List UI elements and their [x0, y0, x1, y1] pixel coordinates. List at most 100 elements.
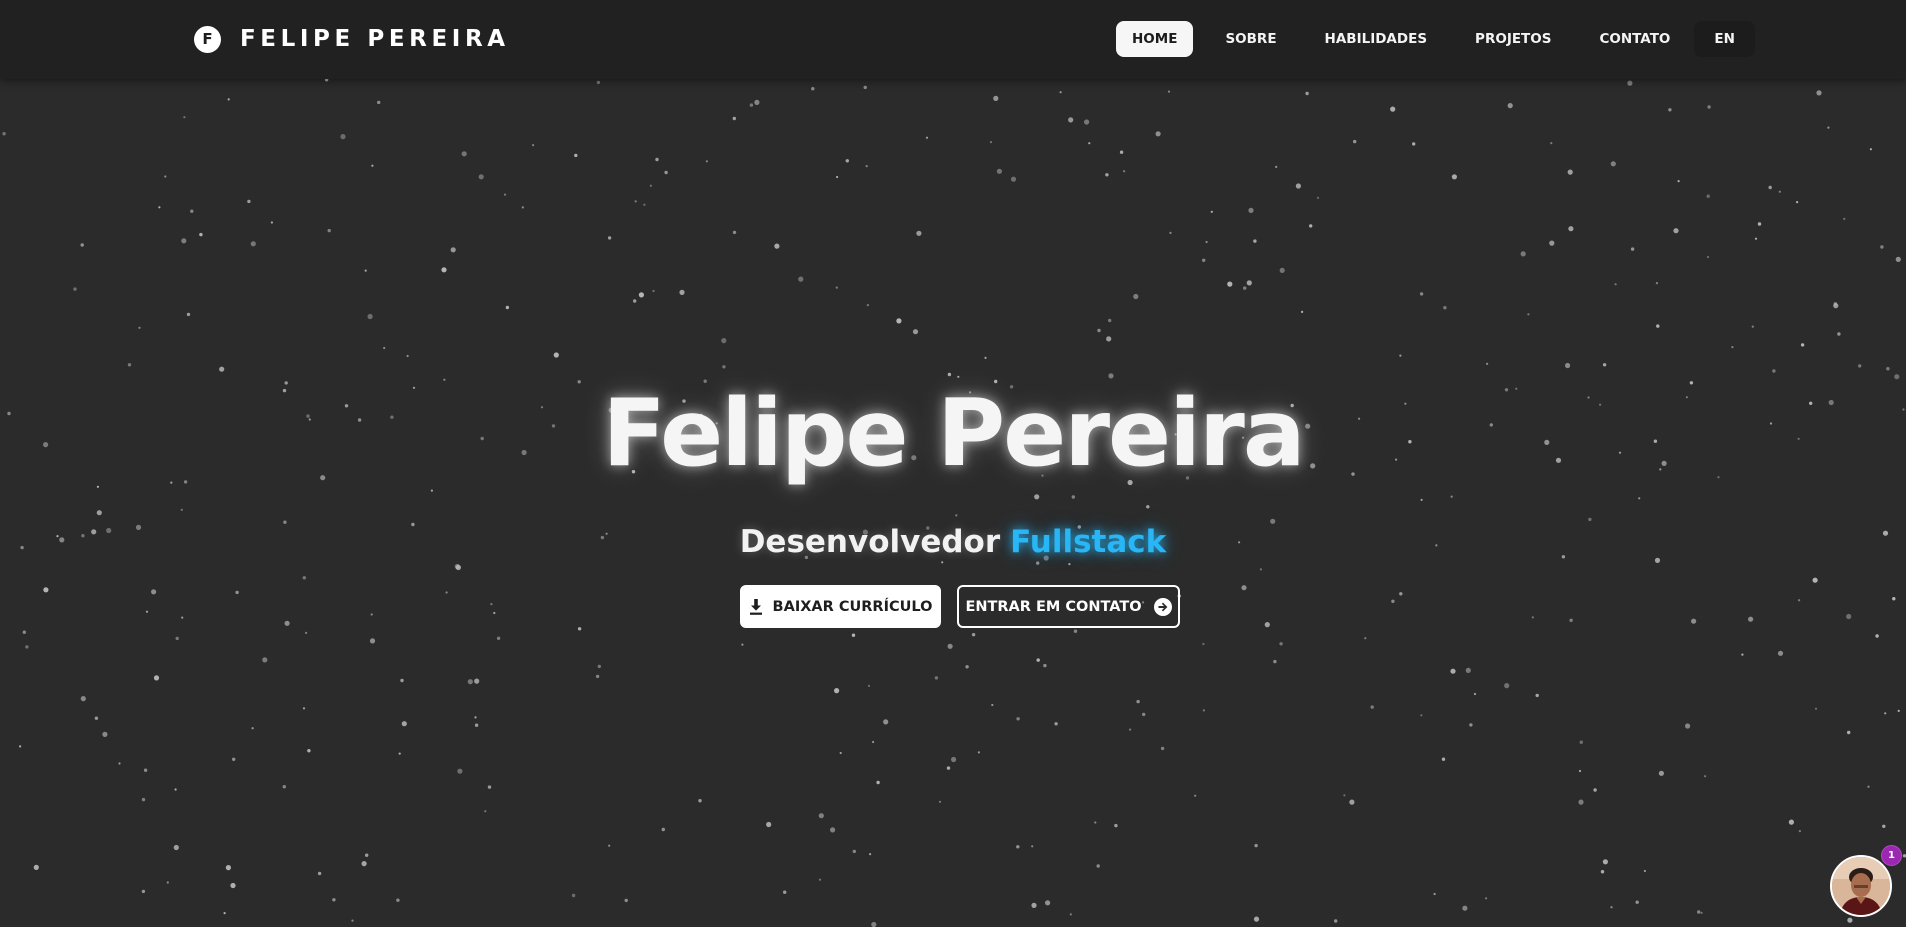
- star-dot: [1814, 707, 1818, 710]
- star-dot: [1254, 843, 1258, 848]
- nav-item-sobre[interactable]: SOBRE: [1209, 21, 1292, 57]
- star-dot: [649, 184, 653, 187]
- star-dot: [166, 881, 169, 884]
- star-dot: [938, 800, 942, 803]
- star-dot: [235, 590, 239, 595]
- star-dot: [991, 703, 994, 707]
- star-dot: [652, 289, 655, 293]
- star-dot: [597, 664, 601, 669]
- star-dot: [1741, 653, 1744, 656]
- star-dot: [818, 878, 822, 881]
- star-dot: [367, 313, 373, 320]
- star-dot: [774, 243, 780, 249]
- star-dot: [607, 236, 612, 240]
- star-dot: [1897, 709, 1900, 713]
- nav-item-habilidades[interactable]: HABILIDADES: [1309, 21, 1444, 57]
- star-dot: [474, 723, 479, 727]
- star-dot: [474, 716, 477, 719]
- star-dot: [1123, 170, 1126, 173]
- star-dot: [1194, 794, 1197, 797]
- star-dot: [332, 898, 336, 902]
- star-dot: [383, 346, 386, 350]
- nav-item-home[interactable]: HOME: [1116, 21, 1194, 57]
- star-dot: [577, 627, 582, 631]
- star-dot: [1892, 597, 1896, 601]
- star-dot: [317, 871, 322, 876]
- star-dot: [396, 898, 400, 902]
- star-dot: [181, 616, 184, 619]
- language-toggle-button[interactable]: EN: [1694, 21, 1755, 57]
- star-dot: [1253, 239, 1257, 243]
- star-dot: [19, 745, 22, 748]
- star-dot: [638, 292, 645, 298]
- star-dot: [1837, 332, 1841, 336]
- star-dot: [153, 675, 160, 681]
- star-dot: [1706, 255, 1710, 259]
- contact-button-label: ENTRAR EM CONTATO: [965, 598, 1142, 615]
- star-dot: [324, 79, 329, 82]
- star-dot: [965, 665, 969, 669]
- star-dot: [553, 352, 559, 358]
- star-dot: [705, 160, 709, 163]
- star-dot: [158, 206, 161, 209]
- star-dot: [989, 141, 993, 144]
- star-dot: [851, 633, 856, 637]
- star-dot: [595, 674, 600, 679]
- star-dot: [1846, 613, 1852, 620]
- star-dot: [1875, 634, 1879, 638]
- star-dot: [1309, 224, 1313, 228]
- star-dot: [490, 603, 493, 606]
- star-dot: [430, 489, 433, 492]
- nav-item-contato[interactable]: CONTATO: [1583, 21, 1686, 57]
- star-dot: [1169, 231, 1172, 234]
- star-dot: [1757, 222, 1762, 226]
- star-dot: [180, 508, 183, 511]
- star-dot: [912, 329, 919, 335]
- star-dot: [186, 312, 191, 317]
- star-dot: [1108, 318, 1112, 323]
- star-dot: [1433, 892, 1436, 896]
- star-dot: [1867, 785, 1870, 788]
- star-dot: [946, 766, 951, 770]
- star-dot: [1565, 362, 1571, 369]
- star-dot: [199, 232, 203, 237]
- star-dot: [1531, 616, 1534, 619]
- star-dot: [732, 116, 736, 121]
- star-dot: [371, 164, 374, 167]
- star-dot: [503, 193, 507, 196]
- star-dot: [1273, 659, 1277, 664]
- star-dot: [1843, 217, 1846, 220]
- star-dot: [876, 780, 880, 785]
- star-dot: [643, 203, 646, 206]
- star-dot: [722, 365, 726, 369]
- nav-item-projetos[interactable]: PROJETOS: [1459, 21, 1567, 57]
- star-dot: [839, 751, 842, 755]
- star-dot: [1133, 293, 1139, 300]
- star-dot: [1685, 723, 1691, 729]
- star-dot: [232, 757, 236, 761]
- star-dot: [1796, 201, 1799, 204]
- star-dot: [1202, 709, 1205, 712]
- star-dot: [1054, 722, 1058, 726]
- star-dot: [1136, 699, 1140, 704]
- download-resume-button[interactable]: BAIXAR CURRÍCULO: [740, 585, 941, 628]
- brand-link[interactable]: F FELIPE PEREIRA: [194, 25, 510, 53]
- main-nav: HOME SOBRE HABILIDADES PROJETOS CONTATO …: [1116, 21, 1755, 57]
- star-dot: [33, 864, 39, 871]
- star-dot: [25, 645, 29, 649]
- star-dot: [1069, 913, 1072, 916]
- star-dot: [1043, 663, 1047, 668]
- star-dot: [1364, 637, 1367, 640]
- star-dot: [1798, 830, 1801, 833]
- star-dot: [94, 716, 99, 720]
- star-dot: [1886, 367, 1890, 371]
- contact-button[interactable]: ENTRAR EM CONTATO: [957, 585, 1180, 628]
- star-dot: [340, 134, 346, 140]
- star-dot: [1343, 794, 1346, 797]
- star-dot: [836, 175, 839, 179]
- star-dot: [496, 636, 501, 640]
- chat-avatar-button[interactable]: [1830, 855, 1892, 917]
- star-dot: [1800, 343, 1805, 347]
- star-dot: [118, 762, 121, 765]
- star-dot: [996, 168, 1003, 174]
